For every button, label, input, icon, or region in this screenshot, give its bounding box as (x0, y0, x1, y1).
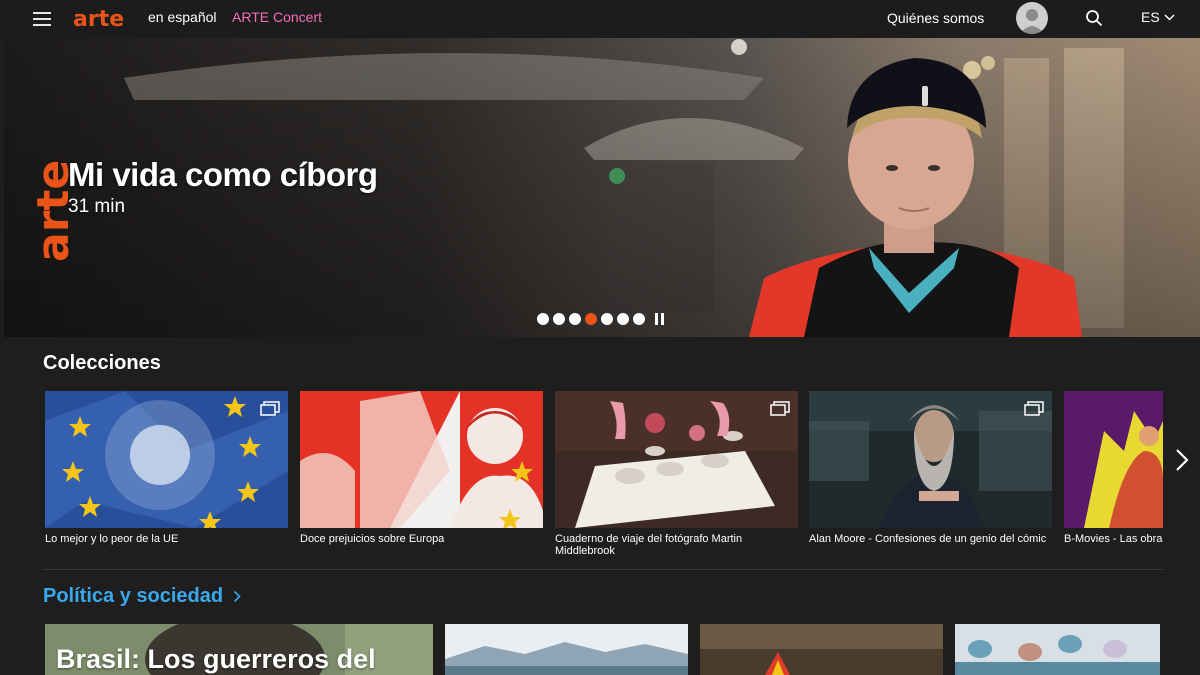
carousel-dot[interactable] (537, 313, 549, 325)
collection-thumbnail (555, 391, 798, 528)
collection-thumbnail (300, 391, 543, 528)
collection-thumbnail (1064, 391, 1163, 528)
collection-card[interactable]: B-Movies - Las obras maestras de la seri… (1064, 391, 1163, 545)
pause-icon[interactable] (653, 313, 665, 325)
hero-duration: 31 min (68, 196, 126, 217)
carousel-dot[interactable] (617, 313, 629, 325)
language-code: ES (1141, 9, 1160, 25)
program-card[interactable] (445, 624, 688, 675)
carousel-dot[interactable] (633, 313, 645, 325)
collection-label: Doce prejuicios sobre Europa (300, 533, 445, 545)
arte-logo[interactable]: arte (73, 6, 143, 30)
hero-banner[interactable]: arte Mi vida como cíborg 31 min (4, 38, 1200, 337)
search-icon[interactable] (1085, 9, 1103, 27)
program-thumbnail (700, 624, 943, 675)
program-thumbnail (445, 624, 688, 675)
carousel-dot[interactable] (553, 313, 565, 325)
chevron-right-icon (1175, 448, 1189, 471)
carousel-next-button[interactable] (1163, 391, 1200, 528)
collection-card[interactable]: Alan Moore - Confesiones de un genio del… (809, 391, 1052, 545)
svg-text:arte: arte (32, 160, 72, 262)
collection-thumbnail (809, 391, 1052, 528)
collection-card[interactable]: Cuaderno de viaje del fotógrafo Martin M… (555, 391, 798, 557)
collection-label: Alan Moore - Confesiones de un genio del… (809, 533, 1047, 545)
arte-concert-link[interactable]: ARTE Concert (232, 9, 322, 25)
program-thumbnail (955, 624, 1160, 675)
top-navigation-bar: arte en español ARTE Concert Quiénes som… (0, 0, 1200, 38)
collection-icon (260, 401, 280, 416)
program-title: Brasil: Los guerreros del (56, 644, 376, 674)
menu-icon[interactable] (33, 12, 51, 26)
brand-edition-label: en español (148, 9, 217, 25)
carousel-dot-active[interactable] (585, 313, 597, 325)
about-us-link[interactable]: Quiénes somos (887, 10, 984, 26)
collection-card[interactable]: Lo mejor y lo peor de la UE (45, 391, 288, 545)
collection-icon (770, 401, 790, 416)
collections-heading: Colecciones (43, 352, 161, 374)
chevron-right-icon (234, 590, 241, 603)
politics-heading: Política y sociedad (43, 585, 224, 607)
hero-title[interactable]: Mi vida como cíborg (68, 156, 378, 194)
collection-label: Lo mejor y lo peor de la UE (45, 533, 179, 545)
language-selector[interactable]: ES (1141, 9, 1175, 25)
collection-thumbnail (45, 391, 288, 528)
user-avatar-icon[interactable] (1016, 2, 1048, 34)
program-card[interactable]: Brasil: Los guerreros del (45, 624, 433, 675)
chevron-down-icon (1164, 13, 1175, 21)
collection-label: B-Movies - Las obras maestras de la seri… (1064, 533, 1163, 545)
carousel-indicators (537, 313, 665, 325)
section-divider (43, 569, 1163, 570)
collection-icon (1024, 401, 1044, 416)
collection-card[interactable]: Doce prejuicios sobre Europa (300, 391, 543, 545)
collection-label: Cuaderno de viaje del fotógrafo Martin M… (555, 533, 743, 557)
program-card[interactable] (955, 624, 1160, 675)
svg-text:arte: arte (73, 7, 124, 30)
carousel-dot[interactable] (569, 313, 581, 325)
arte-vertical-logo: arte (32, 160, 72, 262)
politics-section-link[interactable]: Política y sociedad (43, 585, 241, 608)
carousel-dot[interactable] (601, 313, 613, 325)
program-card[interactable] (700, 624, 943, 675)
